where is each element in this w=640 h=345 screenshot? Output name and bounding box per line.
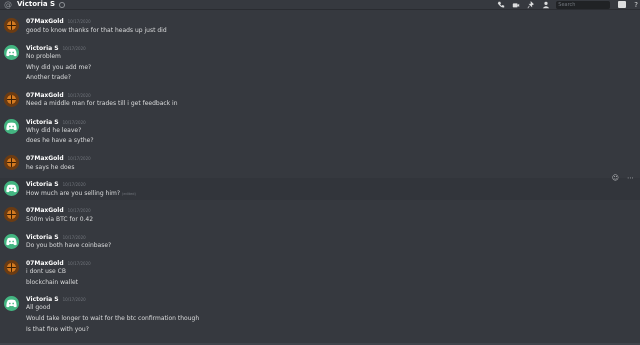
message-text: All good [26,304,51,311]
inbox-icon[interactable] [618,1,627,8]
message-timestamp: 10/17/2020 [62,297,86,302]
message-author[interactable]: Victoria S 10/17/2020 [26,45,86,52]
message-text: i dont use CB [26,268,66,275]
help-icon[interactable]: ? [634,1,638,9]
message-author[interactable]: 07MaxGold 10/17/2020 [26,92,91,99]
message-timestamp: 10/17/2020 [67,19,91,24]
more-options-icon[interactable]: ⋯ [627,174,634,182]
message-text: he says he does [26,164,75,171]
search-placeholder: Search [558,1,576,8]
message-author[interactable]: 07MaxGold 10/17/2020 [26,260,91,267]
header-toolbar: Search ? [490,0,640,9]
message-group: Victoria S 10/17/2020 How much are you se… [0,174,640,200]
message-text: No problem [26,53,61,60]
message-group: Victoria S 10/17/2020 Why did he leave? d… [0,117,640,147]
message-text: Another trade? [26,74,71,81]
avatar[interactable] [4,119,19,134]
message-text: 500m via BTC for 0.42 [26,216,94,223]
message-group: 07MaxGold 10/17/2020 500m via BTC for 0.4… [0,206,640,226]
discord-logo-icon [6,122,17,131]
pinned-messages-icon[interactable] [527,0,535,9]
message-timestamp: 10/17/2020 [67,261,91,266]
video-call-icon[interactable] [512,1,520,9]
add-reaction-icon[interactable]: ☺ [612,174,619,182]
message-timestamp: 10/17/2020 [62,182,86,187]
message-group: 07MaxGold 10/17/2020 he says he does [0,154,640,174]
message-group: 07MaxGold 10/17/2020 good to know thanks … [0,16,640,36]
message-author[interactable]: Victoria S 10/17/2020 [26,181,86,188]
avatar[interactable] [4,155,19,170]
message-group: Victoria S 10/17/2020 No problem Why did … [0,43,640,83]
message-text: Need a middle man for trades till i get … [26,100,178,107]
avatar[interactable] [4,260,19,275]
edited-label: (edited) [122,192,136,196]
avatar[interactable] [4,92,19,107]
discord-logo-icon [6,299,17,308]
message-group: 07MaxGold 10/17/2020 i dont use CB blockc… [0,258,640,290]
status-indicator-icon [59,1,66,8]
avatar[interactable] [4,18,19,33]
message-hover-toolbar: ☺ ⋯ [604,174,634,182]
message-timestamp: 10/17/2020 [62,120,86,125]
avatar[interactable] [4,296,19,311]
message-author[interactable]: Victoria S 10/17/2020 [26,234,86,241]
discord-logo-icon [6,48,17,57]
message-timestamp: 10/17/2020 [62,46,86,51]
at-icon: @ [4,0,12,9]
channel-title: Victoria S [17,0,56,8]
message-timestamp: 10/17/2020 [67,208,91,213]
message-group: Victoria S 10/17/2020 All good Would take… [0,295,640,337]
avatar[interactable] [4,45,19,60]
message-text: How much are you selling him? (edited) [26,190,136,197]
message-author[interactable]: Victoria S 10/17/2020 [26,296,86,303]
message-text: blockchain wallet [26,279,79,286]
message-timestamp: 10/17/2020 [67,93,91,98]
discord-logo-icon [6,237,17,246]
message-text: Is that fine with you? [26,326,89,333]
avatar[interactable] [4,234,19,249]
message-author[interactable]: 07MaxGold 10/17/2020 [26,207,91,214]
message-author[interactable]: 07MaxGold 10/17/2020 [26,155,91,162]
add-friend-icon[interactable] [542,1,550,9]
voice-call-icon[interactable] [497,1,505,9]
message-author[interactable]: Victoria S 10/17/2020 [26,119,86,126]
message-text: Why did you add me? [26,64,92,71]
message-group: Victoria S 10/17/2020 Do you both have co… [0,232,640,252]
message-text: Why did he leave? [26,127,82,134]
discord-logo-icon [6,184,17,193]
message-group: 07MaxGold 10/17/2020 Need a middle man fo… [0,90,640,110]
message-text: good to know thanks for that heads up ju… [26,27,167,34]
message-timestamp: 10/17/2020 [67,156,91,161]
avatar[interactable] [4,181,19,196]
message-text: does he have a sythe? [26,137,94,144]
message-timestamp: 10/17/2020 [62,235,86,240]
message-author[interactable]: 07MaxGold 10/17/2020 [26,18,91,25]
channel-header: @ Victoria S Search ? [0,0,640,10]
message-text: Would take longer to wait for the btc co… [26,315,200,322]
avatar[interactable] [4,207,19,222]
search-input[interactable]: Search [556,0,611,9]
message-text: Do you both have coinbase? [26,242,112,249]
